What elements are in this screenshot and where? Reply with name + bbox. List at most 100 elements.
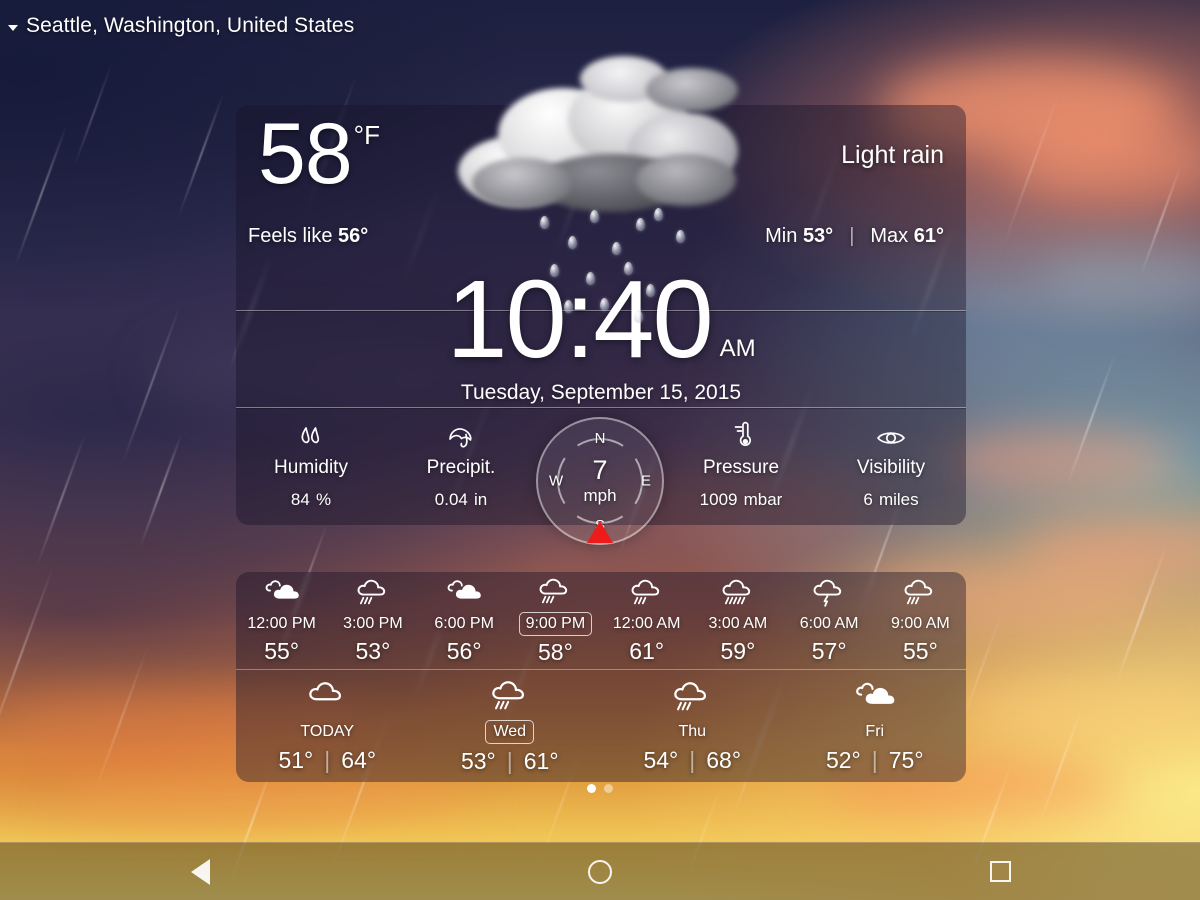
hourly-forecast-item[interactable]: 9:00 PM 58° bbox=[510, 575, 601, 666]
metric-humidity[interactable]: Humidity 84 % bbox=[236, 421, 386, 511]
metric-label: Precipit. bbox=[426, 457, 496, 478]
max-label: Max bbox=[870, 224, 909, 247]
feels-like-value: 56° bbox=[338, 224, 369, 247]
clock-date: Tuesday, September 15, 2015 bbox=[460, 381, 742, 404]
min-max-group: Min 53° | Max 61° bbox=[765, 225, 944, 248]
metric-label: Pressure bbox=[702, 457, 780, 478]
hourly-forecast-item[interactable]: 6:00 AM 57° bbox=[784, 576, 875, 665]
daily-temp-separator: | bbox=[871, 747, 878, 773]
nav-recents-button[interactable] bbox=[800, 861, 1200, 882]
nav-home-button[interactable] bbox=[400, 859, 800, 884]
daily-low: 54° bbox=[643, 747, 679, 773]
hourly-forecast-item[interactable]: 12:00 AM 61° bbox=[601, 576, 692, 665]
hourly-forecast-item[interactable]: 9:00 AM 55° bbox=[875, 576, 966, 665]
metric-unit: % bbox=[315, 490, 332, 509]
hourly-forecast-item[interactable]: 3:00 PM 53° bbox=[327, 576, 418, 665]
wind-compass[interactable]: N E S W 7 mph bbox=[536, 417, 664, 545]
page-indicator[interactable] bbox=[0, 784, 1200, 793]
rain-cloud-icon bbox=[669, 677, 715, 717]
max-value: 61° bbox=[913, 224, 944, 247]
nav-back-button[interactable] bbox=[0, 858, 400, 885]
current-conditions-row: 58 °F Light rain bbox=[236, 105, 966, 205]
hourly-temperature: 61° bbox=[629, 637, 665, 664]
hourly-forecast-item[interactable]: 12:00 PM 55° bbox=[236, 576, 327, 665]
hourly-forecast-item[interactable]: 6:00 PM 56° bbox=[419, 576, 510, 665]
thunderstorm-icon bbox=[809, 576, 849, 610]
hourly-time: 12:00 PM bbox=[247, 614, 316, 632]
daily-forecast-item[interactable]: Thu 54° | 68° bbox=[601, 677, 784, 774]
current-temperature: 58 °F bbox=[258, 106, 380, 203]
daily-forecast-row: TODAY 51° | 64° Wed 53° | 61° Thu 54° | 68° Fri 52° | 7… bbox=[236, 669, 966, 782]
min-value: 53° bbox=[802, 224, 834, 247]
partly-cloudy-icon bbox=[852, 677, 898, 717]
recents-square-icon[interactable] bbox=[989, 861, 1011, 882]
daily-forecast-item[interactable]: Wed 53° | 61° bbox=[419, 676, 602, 775]
chevron-down-icon[interactable] bbox=[8, 24, 18, 31]
rain-cloud-icon bbox=[627, 576, 667, 610]
metric-number: 1009 bbox=[699, 490, 738, 509]
daily-forecast-item[interactable]: Fri 52° | 75° bbox=[784, 677, 967, 774]
daily-low: 52° bbox=[825, 747, 861, 773]
cloud-icon bbox=[304, 677, 350, 717]
current-temperature-value: 58 bbox=[258, 106, 353, 203]
feels-like-label: Feels like bbox=[248, 224, 333, 247]
clock-line: 10:40 AM bbox=[446, 265, 755, 375]
daily-temp-separator: | bbox=[689, 747, 696, 773]
daily-forecast-item[interactable]: TODAY 51° | 64° bbox=[236, 677, 419, 774]
daily-temperatures: 52° | 75° bbox=[826, 747, 924, 774]
hourly-time: 9:00 PM bbox=[518, 611, 593, 636]
hourly-temperature: 59° bbox=[720, 637, 756, 664]
daily-name: Wed bbox=[485, 720, 535, 744]
daily-name: TODAY bbox=[300, 723, 355, 740]
back-triangle-icon[interactable] bbox=[190, 858, 210, 885]
partly-cloudy-icon bbox=[444, 576, 484, 610]
page-dot[interactable] bbox=[587, 784, 596, 793]
daily-temperatures: 54° | 68° bbox=[643, 747, 741, 774]
humidity-drops-icon bbox=[296, 421, 326, 451]
location-name[interactable]: Seattle, Washington, United States bbox=[26, 14, 354, 38]
daily-temp-separator: | bbox=[324, 747, 331, 773]
eye-icon bbox=[875, 421, 907, 451]
hourly-forecast-item[interactable]: 3:00 AM 59° bbox=[692, 576, 783, 665]
metric-number: 6 bbox=[863, 490, 873, 509]
daily-temperatures: 53° | 61° bbox=[461, 748, 559, 775]
daily-low: 51° bbox=[278, 747, 314, 773]
rain-cloud-icon bbox=[487, 676, 533, 716]
hourly-time: 3:00 AM bbox=[708, 614, 768, 632]
compass-north-label: N bbox=[594, 430, 606, 447]
metric-precipitation[interactable]: Precipit. 0.04 in bbox=[386, 421, 536, 511]
metric-label: Visibility bbox=[856, 457, 926, 478]
hourly-temperature: 58° bbox=[537, 638, 573, 665]
page-dot[interactable] bbox=[604, 784, 613, 793]
metric-unit: miles bbox=[878, 490, 919, 509]
condition-text: Light rain bbox=[841, 140, 944, 169]
forecast-card[interactable]: 12:00 PM 55° 3:00 PM 53° 6:00 PM 56° 9:00 PM 58… bbox=[236, 572, 966, 782]
rain-cloud-icon bbox=[353, 576, 393, 610]
metric-label: Humidity bbox=[274, 457, 348, 478]
daily-high: 68° bbox=[706, 747, 742, 773]
hourly-temperature: 56° bbox=[446, 637, 482, 664]
rain-cloud-icon bbox=[900, 576, 940, 610]
hourly-time: 6:00 PM bbox=[434, 614, 494, 632]
daily-high: 64° bbox=[341, 747, 377, 773]
metric-visibility[interactable]: Visibility 6 miles bbox=[816, 421, 966, 511]
min-temp: Min 53° bbox=[765, 225, 833, 248]
clock-block[interactable]: 10:40 AM Tuesday, September 15, 2015 bbox=[236, 265, 966, 405]
hourly-temperature: 55° bbox=[264, 637, 300, 664]
rain-cloud-icon bbox=[535, 575, 575, 609]
min-max-separator: | bbox=[849, 224, 855, 247]
home-circle-icon[interactable] bbox=[588, 859, 612, 884]
feels-like: Feels like 56° bbox=[248, 225, 368, 248]
android-navigation-bar bbox=[0, 842, 1200, 900]
hourly-temperature: 55° bbox=[902, 637, 938, 664]
wind-speed-unit: mph bbox=[583, 486, 617, 505]
metric-number: 84 bbox=[290, 490, 310, 509]
hourly-forecast-row: 12:00 PM 55° 3:00 PM 53° 6:00 PM 56° 9:00 PM 58… bbox=[236, 572, 966, 668]
daily-name: Fri bbox=[865, 723, 885, 740]
location-bar[interactable]: Seattle, Washington, United States bbox=[0, 0, 1200, 52]
metric-pressure[interactable]: Pressure 1009 mbar bbox=[666, 421, 816, 511]
daily-temp-separator: | bbox=[506, 748, 513, 774]
daily-name: Thu bbox=[678, 723, 707, 740]
heavy-rain-icon bbox=[718, 576, 758, 610]
wind-direction-pointer bbox=[587, 521, 613, 543]
